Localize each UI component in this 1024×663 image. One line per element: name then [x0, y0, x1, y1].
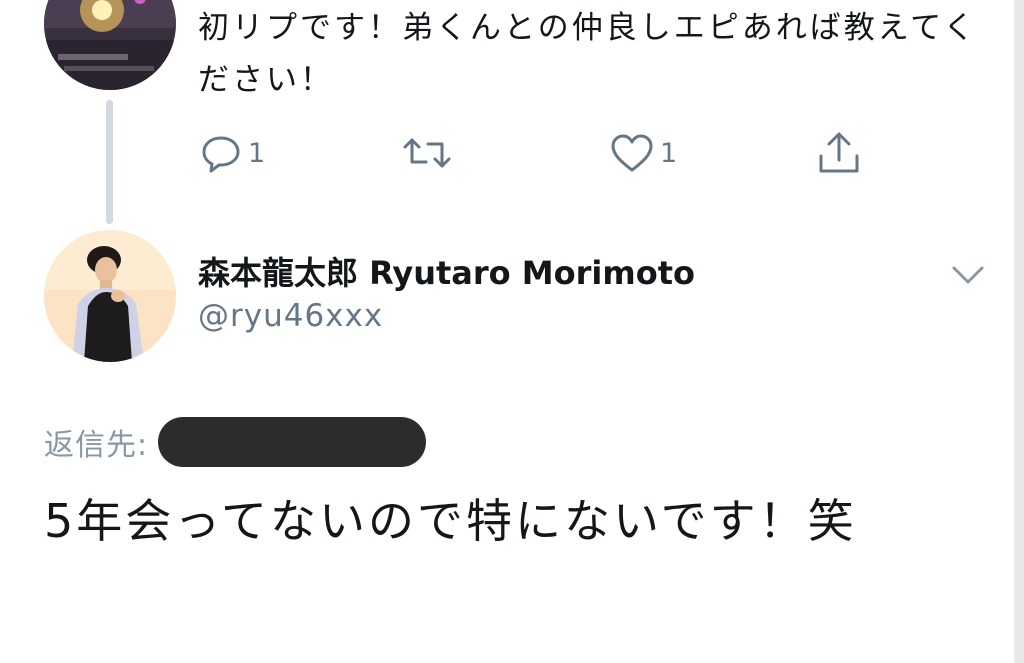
share-button[interactable] — [816, 128, 862, 178]
tweet-text: 5年会ってないので特にないです！笑 — [44, 494, 857, 548]
like-count: 1 — [660, 137, 678, 169]
parent-tweet-avatar[interactable] — [44, 0, 176, 90]
chevron-down-icon — [950, 266, 986, 292]
parent-tweet-text: 初リプです！弟くんとの仲良しエピあれば教えてください！ — [198, 10, 978, 98]
user-display-name[interactable]: 森本龍太郎 Ryutaro Morimoto — [198, 248, 695, 294]
tweet-action-bar: 1 1 — [0, 128, 1000, 178]
reply-button[interactable]: 1 — [200, 128, 265, 178]
replying-to-label: 返信先: — [44, 428, 149, 463]
retweet-button[interactable] — [402, 128, 458, 178]
user-handle[interactable]: @ryu46xxx — [198, 298, 383, 334]
replying-to: 返信先: — [44, 416, 427, 468]
share-icon — [816, 130, 862, 176]
heart-icon — [610, 132, 654, 174]
screen-edge — [1014, 0, 1024, 663]
user-avatar[interactable] — [44, 230, 176, 362]
reply-icon — [200, 132, 242, 174]
redacted-username — [158, 417, 427, 467]
tweet-menu-button[interactable] — [950, 262, 986, 292]
retweet-icon — [402, 132, 452, 174]
like-button[interactable]: 1 — [610, 128, 677, 178]
reply-count: 1 — [248, 137, 266, 169]
